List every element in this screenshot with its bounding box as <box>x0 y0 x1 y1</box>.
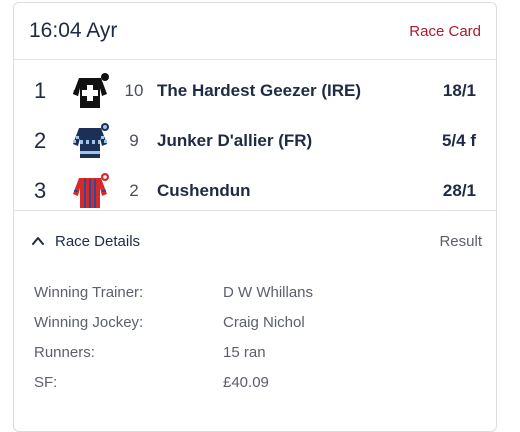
race-result-card: 16:04 Ayr Race Card 1 10 The Hardest Gee… <box>13 2 497 432</box>
cloth-number: 10 <box>124 81 144 100</box>
odds: 18/1 <box>442 81 476 100</box>
detail-value: D W Whillans <box>223 283 314 301</box>
detail-value: Craig Nichol <box>223 313 305 331</box>
horse-name[interactable]: The Hardest Geezer (IRE) <box>157 81 443 101</box>
detail-label: Winning Trainer: <box>34 283 144 301</box>
finish-position: 3 <box>34 178 47 203</box>
race-details-panel: Winning Trainer: D W Whillans Winning Jo… <box>14 271 496 397</box>
horse-name[interactable]: Cushendun <box>157 181 443 201</box>
race-title: 16:04 Ayr <box>29 19 118 42</box>
runners-list: 1 10 The Hardest Geezer (IRE) 18/1 2 9 J… <box>14 60 496 211</box>
detail-row: SF: £40.09 <box>34 367 496 397</box>
cloth-number: 2 <box>129 181 139 200</box>
runner-row[interactable]: 1 10 The Hardest Geezer (IRE) 18/1 <box>14 66 496 116</box>
silk-red-blue-stripes-icon <box>69 170 111 212</box>
card-header: 16:04 Ayr Race Card <box>14 3 496 60</box>
runner-row[interactable]: 2 9 Junker D'allier (FR) 5/4 f <box>14 116 496 166</box>
detail-value: £40.09 <box>223 373 269 391</box>
cloth-number: 9 <box>129 131 139 150</box>
silk-black-white-cross-icon <box>69 70 111 112</box>
result-label: Result <box>439 232 482 250</box>
detail-row: Runners: 15 ran <box>34 337 496 367</box>
odds: 28/1 <box>442 181 476 200</box>
race-details-label: Race Details <box>55 232 141 250</box>
horse-name[interactable]: Junker D'allier (FR) <box>157 131 442 151</box>
detail-label: SF: <box>34 373 58 391</box>
detail-value: 15 ran <box>223 343 266 361</box>
runner-row[interactable]: 3 2 Cushendun 28/1 <box>14 166 496 216</box>
detail-row: Winning Jockey: Craig Nichol <box>34 307 496 337</box>
chevron-up-icon <box>32 237 44 245</box>
detail-row: Winning Trainer: D W Whillans <box>34 277 496 307</box>
race-card-link[interactable]: Race Card <box>409 23 481 40</box>
finish-position: 1 <box>34 78 47 103</box>
odds: 5/4 f <box>441 131 476 150</box>
race-details-toggle[interactable]: Race Details <box>31 233 140 250</box>
silk-navy-check-sleeves-icon <box>69 120 111 162</box>
detail-label: Winning Jockey: <box>34 313 144 331</box>
race-details-bar: Race Details Result <box>14 211 496 271</box>
detail-label: Runners: <box>34 343 95 361</box>
finish-position: 2 <box>34 128 47 153</box>
